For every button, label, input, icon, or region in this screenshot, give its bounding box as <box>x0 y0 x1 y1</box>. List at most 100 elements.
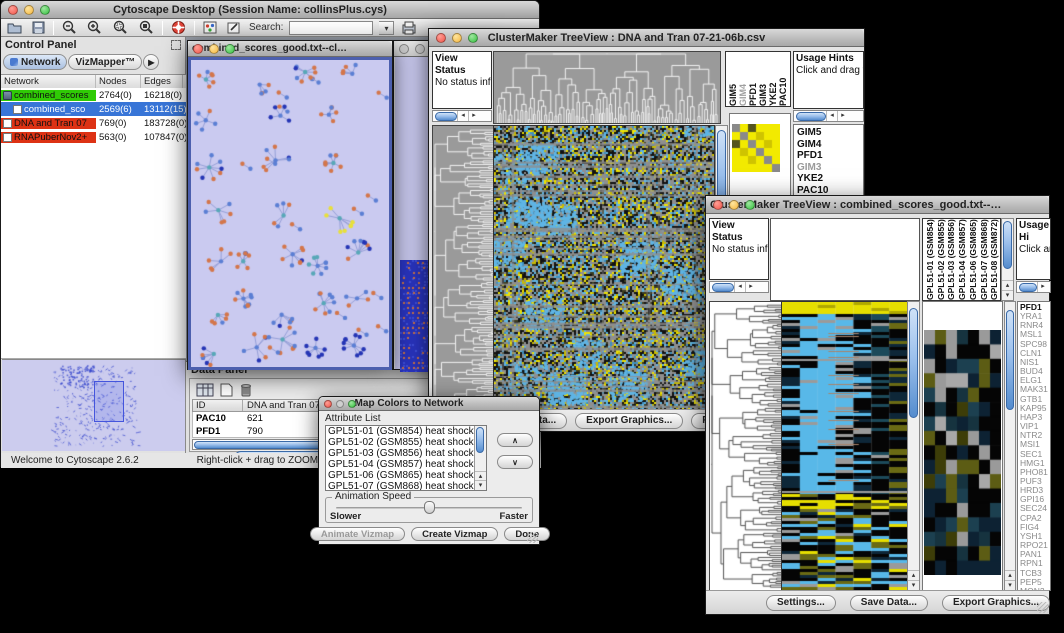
treeview-window-2: ClusterMaker TreeView : combined_scores_… <box>705 195 1050 615</box>
column-nodes[interactable]: Nodes <box>96 75 141 88</box>
close-button[interactable] <box>193 44 203 54</box>
attribute-list[interactable]: GPL51-01 (GSM854) heat shock 05 minGPL51… <box>325 425 487 491</box>
tv1-mini-heatmap[interactable] <box>732 124 780 172</box>
report-button[interactable] <box>400 20 419 36</box>
tv2-detail-vscrollbar[interactable]: ▴ ▾ <box>1004 301 1016 591</box>
minimize-button[interactable] <box>336 400 344 408</box>
zoom-selected-button[interactable] <box>110 20 130 36</box>
tv1-column-labels[interactable]: GIM5GIM4PFD1GIM3YKE2PAC10 <box>725 51 791 107</box>
tv2-column-dendrogram-area[interactable] <box>770 218 920 301</box>
close-button[interactable] <box>8 5 18 15</box>
close-button[interactable] <box>399 44 409 54</box>
tv1-hints-hscrollbar[interactable]: ◂▸ <box>793 110 864 122</box>
zoom-out-button[interactable] <box>60 20 79 36</box>
minimize-button[interactable] <box>729 200 739 210</box>
scroll-right-icon[interactable]: ▸ <box>837 111 848 121</box>
resize-grip[interactable] <box>1037 602 1048 613</box>
scroll-up-icon[interactable]: ▴ <box>1005 570 1015 580</box>
column-network[interactable]: Network <box>1 75 96 88</box>
network-table-row[interactable]: combined_scores 2764(0) 16218(0) <box>1 88 186 102</box>
network-table-row[interactable]: DNA and Tran 07 769(0) 183728(0) <box>1 116 186 130</box>
network-window-1: combined_scores_good.txt--cluste... <box>187 40 393 370</box>
tv1-row-dendrogram[interactable] <box>432 125 494 413</box>
tv2-heatmap-vscrollbar[interactable]: ▴ ▾ <box>907 301 920 591</box>
id-column-header[interactable]: ID <box>193 400 243 411</box>
scroll-down-icon[interactable]: ▾ <box>1005 580 1015 590</box>
scroll-left-icon[interactable]: ◂ <box>734 282 745 292</box>
network-canvas-1[interactable] <box>188 57 392 370</box>
minimize-button[interactable] <box>209 44 219 54</box>
animation-speed-slider[interactable] <box>336 507 522 509</box>
zoom-button[interactable] <box>225 44 235 54</box>
zoom-button[interactable] <box>468 33 478 43</box>
gene-label: YKE2 <box>797 173 863 185</box>
birdseye-viewport-rect[interactable] <box>94 381 124 422</box>
scroll-left-icon[interactable]: ◂ <box>826 111 837 121</box>
save-button[interactable] <box>30 20 47 36</box>
open-file-button[interactable] <box>5 20 24 36</box>
scroll-right-icon[interactable]: ▸ <box>745 282 756 292</box>
move-down-button[interactable]: ∨ <box>497 455 533 469</box>
annotation-button[interactable] <box>225 20 243 36</box>
network-table-row[interactable]: RNAPuberNov2+ 563(0) 107847(0) <box>1 130 186 144</box>
network-type-icon <box>3 119 12 128</box>
move-up-button[interactable]: ∧ <box>497 433 533 447</box>
minimize-button[interactable] <box>415 44 425 54</box>
float-panel-icon[interactable] <box>171 40 181 50</box>
zoom-in-button[interactable] <box>85 20 104 36</box>
zoom-fit-button[interactable] <box>136 20 156 36</box>
treeview-button[interactable]: Save Data... <box>850 595 928 611</box>
treeview-button[interactable]: Export Graphics... <box>942 595 1050 611</box>
help-lifesaver-button[interactable] <box>169 20 188 36</box>
new-attribute-icon[interactable] <box>218 382 235 398</box>
tv2-global-heatmap[interactable] <box>781 301 908 591</box>
minimize-button[interactable] <box>452 33 462 43</box>
close-button[interactable] <box>713 200 723 210</box>
tv2-row-dendrogram[interactable] <box>709 301 782 591</box>
attribute-select-icon[interactable] <box>194 382 216 398</box>
resize-grip[interactable] <box>527 532 538 543</box>
treeview-button[interactable]: Settings... <box>766 595 836 611</box>
tv2-collabel-vscrollbar[interactable]: ▴ ▾ <box>1001 218 1014 301</box>
scroll-down-icon[interactable]: ▾ <box>1002 290 1013 300</box>
network-table-row[interactable]: combined_sco 2569(6) 13112(15) <box>1 102 186 116</box>
birdseye-view[interactable] <box>2 359 185 451</box>
vizmap-button[interactable] <box>201 20 219 36</box>
scroll-down-icon[interactable]: ▾ <box>475 480 486 490</box>
dialog-button[interactable]: Animate Vizmap <box>310 527 405 541</box>
zoom-button[interactable] <box>745 200 755 210</box>
control-panel-tab[interactable]: Network <box>3 54 67 70</box>
zoom-button[interactable] <box>348 400 356 408</box>
tv2-detail-heatmap[interactable] <box>924 330 1001 575</box>
scroll-down-icon[interactable]: ▾ <box>908 580 919 590</box>
close-button[interactable] <box>324 400 332 408</box>
view-status-heading: View Status <box>433 52 491 77</box>
tv1-usage-hints: Usage Hints Click and drag tc <box>793 51 864 109</box>
tv1-global-heatmap[interactable] <box>493 125 715 413</box>
slider-thumb[interactable] <box>424 501 435 514</box>
search-dropdown-icon[interactable]: ▾ <box>379 21 394 35</box>
minimize-button[interactable] <box>24 5 34 15</box>
treeview-button[interactable]: Export Graphics... <box>575 413 683 429</box>
main-titlebar[interactable]: Cytoscape Desktop (Session Name: collins… <box>1 1 539 19</box>
zoom-button[interactable] <box>40 5 50 15</box>
tv1-status-hscrollbar[interactable]: ◂▸ <box>432 110 492 122</box>
delete-attribute-trash-icon[interactable] <box>237 381 255 397</box>
dialog-button[interactable]: Create Vizmap <box>411 527 498 541</box>
tv2-column-labels[interactable]: GPL51-01 (GSM854)GPL51-02 (GSM855)GPL51-… <box>922 218 1001 301</box>
scroll-up-icon[interactable]: ▴ <box>1002 280 1013 290</box>
column-edges[interactable]: Edges <box>141 75 183 88</box>
scroll-right-icon[interactable]: ▸ <box>1037 282 1048 292</box>
attribute-list-vscrollbar[interactable]: ▴ ▾ <box>474 426 486 490</box>
control-panel-tab[interactable]: ▶ <box>143 54 159 70</box>
control-panel-tab[interactable]: VizMapper™ <box>68 54 142 70</box>
scroll-right-icon[interactable]: ▸ <box>468 111 479 121</box>
scroll-left-icon[interactable]: ◂ <box>457 111 468 121</box>
close-button[interactable] <box>436 33 446 43</box>
tv2-hints-hscrollbar[interactable]: ▸ <box>1016 281 1051 293</box>
tv2-gene-list[interactable]: PFD1YRA1RNR4MSL1SPC98CLN1NIS1BUD4ELG1MAK… <box>1017 301 1051 591</box>
tv2-status-hscrollbar[interactable]: ◂▸ <box>709 281 769 293</box>
search-input[interactable] <box>289 21 373 35</box>
scroll-up-icon[interactable]: ▴ <box>908 570 919 580</box>
tv1-column-dendrogram[interactable] <box>493 51 721 124</box>
